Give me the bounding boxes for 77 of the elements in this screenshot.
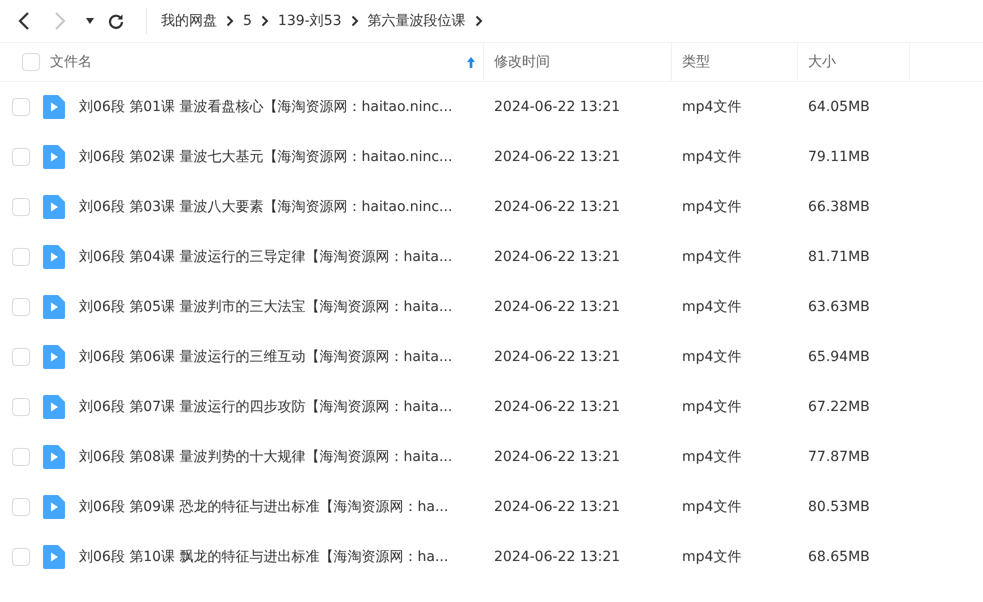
video-file-icon [43,545,65,569]
modified-time: 2024-06-22 13:21 [493,399,622,415]
refresh-icon[interactable] [108,13,124,29]
modified-time: 2024-06-22 13:21 [493,499,622,515]
select-all-checkbox[interactable] [22,53,40,71]
file-size: 79.11MB [807,149,871,165]
video-file-icon [43,145,65,169]
row-checkbox[interactable] [12,398,30,416]
video-file-icon [43,495,65,519]
file-type: mp4文件 [681,198,742,216]
file-name[interactable]: 刘06段 第01课 量波看盘核心【海淘资源网：haitao.ninc... [79,98,452,116]
modified-time: 2024-06-22 13:21 [493,149,622,165]
video-file-icon [43,395,65,419]
video-file-icon [43,445,65,469]
row-checkbox[interactable] [12,498,30,516]
chevron-icon [226,15,234,27]
file-name[interactable]: 刘06段 第04课 量波运行的三导定律【海淘资源网：haita... [79,248,452,266]
file-name[interactable]: 刘06段 第07课 量波运行的四步攻防【海淘资源网：haita... [79,398,452,416]
file-size: 68.65MB [807,549,871,565]
file-type: mp4文件 [681,348,742,366]
chevron-icon [474,15,483,27]
file-size: 65.94MB [807,349,871,365]
video-file-icon [43,95,65,119]
modified-time: 2024-06-22 13:21 [493,199,622,215]
column-header[interactable]: 类型 [682,53,797,71]
sort-arrow-icon[interactable] [467,56,475,68]
video-file-icon [43,245,65,269]
video-file-icon [43,195,65,219]
file-type: mp4文件 [681,398,742,416]
file-type: mp4文件 [681,148,742,166]
modified-time: 2024-06-22 13:21 [493,249,622,265]
file-name[interactable]: 刘06段 第10课 飘龙的特征与进出标准【海淘资源网：ha... [79,548,448,566]
file-name[interactable]: 刘06段 第05课 量波判市的三大法宝【海淘资源网：haita... [79,298,452,316]
row-checkbox[interactable] [12,148,30,166]
row-checkbox[interactable] [12,448,30,466]
breadcrumb-link[interactable]: 5 [243,13,252,29]
file-name[interactable]: 刘06段 第09课 恐龙的特征与进出标准【海淘资源网：ha... [79,498,448,516]
file-name[interactable]: 刘06段 第08课 量波判势的十大规律【海淘资源网：haita... [79,448,452,466]
modified-time: 2024-06-22 13:21 [493,99,622,115]
row-checkbox[interactable] [12,548,30,566]
file-type: mp4文件 [681,448,742,466]
back-icon[interactable] [17,11,31,31]
file-name[interactable]: 刘06段 第02课 量波七大基元【海淘资源网：haitao.ninc... [79,148,452,166]
file-type: mp4文件 [681,248,742,266]
chevron-icon [260,15,269,27]
column-header[interactable]: 修改时间 [494,53,671,71]
row-checkbox[interactable] [12,248,30,266]
row-checkbox[interactable] [12,298,30,316]
breadcrumb-link[interactable]: 第六量波段位课 [368,12,466,30]
column-header[interactable]: 大小 [808,53,909,71]
file-size: 67.22MB [807,399,871,415]
modified-time: 2024-06-22 13:21 [493,549,622,565]
modified-time: 2024-06-22 13:21 [493,299,622,315]
file-size: 63.63MB [807,299,871,315]
modified-time: 2024-06-22 13:21 [493,349,622,365]
row-checkbox[interactable] [12,348,30,366]
file-size: 80.53MB [807,499,871,515]
file-type: mp4文件 [681,298,742,316]
file-type: mp4文件 [681,98,742,116]
file-size: 64.05MB [807,99,871,115]
file-size: 81.71MB [807,249,871,265]
caret-icon[interactable] [86,18,94,24]
breadcrumb-link[interactable]: 我的网盘 [161,12,217,30]
column-header[interactable]: 文件名 [50,53,467,71]
chevron-icon [350,15,359,27]
row-checkbox[interactable] [12,98,30,116]
file-type: mp4文件 [681,548,742,566]
video-file-icon [43,345,65,369]
breadcrumb-link[interactable]: 139-刘53 [278,12,342,30]
file-name[interactable]: 刘06段 第03课 量波八大要素【海淘资源网：haitao.ninc... [79,198,452,216]
modified-time: 2024-06-22 13:21 [493,449,622,465]
file-name[interactable]: 刘06段 第06课 量波运行的三维互动【海淘资源网：haita... [79,348,452,366]
row-checkbox[interactable] [12,198,30,216]
file-size: 77.87MB [807,449,871,465]
video-file-icon [43,295,65,319]
file-type: mp4文件 [681,498,742,516]
file-size: 66.38MB [807,199,871,215]
